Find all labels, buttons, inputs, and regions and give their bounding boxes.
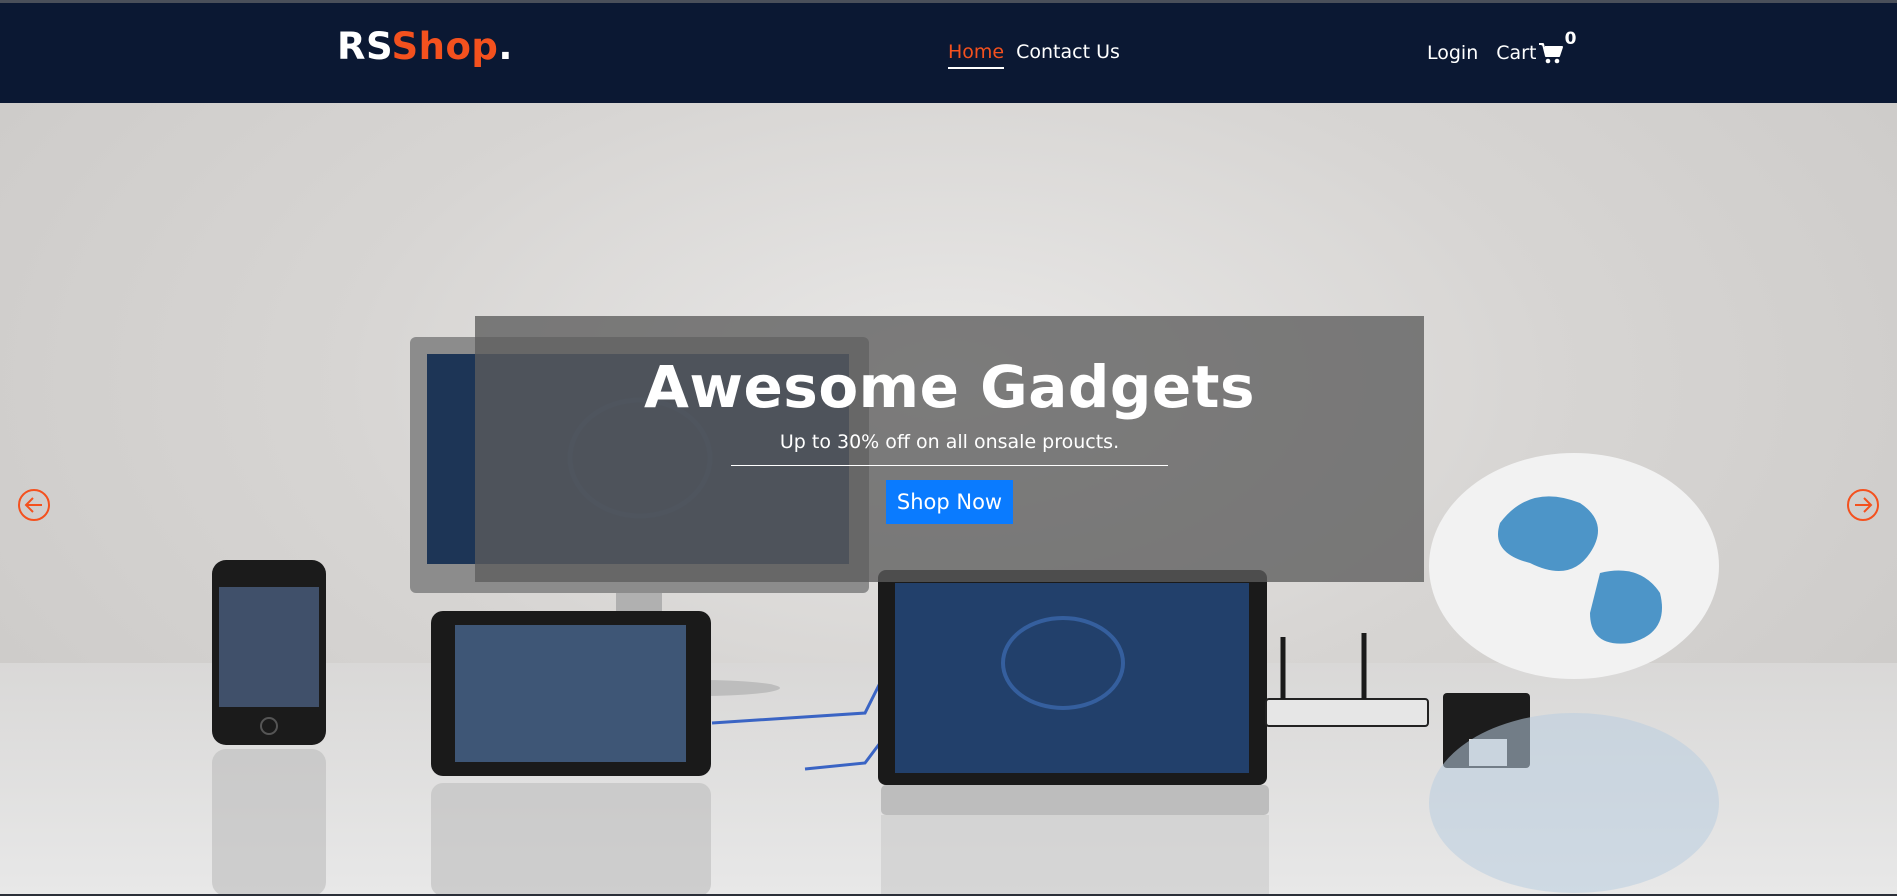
arrow-right-circle-icon[interactable] — [1846, 488, 1880, 522]
brand-logo[interactable]: RSShop. — [337, 25, 513, 68]
hero-caption: Awesome Gadgets Up to 30% off on all ons… — [475, 316, 1424, 582]
brand-part-dot: . — [498, 25, 513, 68]
login-link[interactable]: Login — [1427, 42, 1478, 68]
nav-contact-link[interactable]: Contact Us — [1016, 41, 1120, 69]
navbar: RSShop. Home Contact Us Login Cart 0 — [0, 3, 1897, 103]
brand-part-rs: RS — [337, 25, 392, 68]
shop-now-button[interactable]: Shop Now — [885, 480, 1014, 524]
cart-count-badge: 0 — [1564, 29, 1577, 49]
main-nav: Home Contact Us — [948, 41, 1120, 69]
hero-divider — [731, 465, 1168, 466]
arrow-left-circle-icon[interactable] — [17, 488, 51, 522]
hero-title: Awesome Gadgets — [643, 353, 1255, 421]
nav-home-link[interactable]: Home — [948, 41, 1005, 69]
brand-part-shop: Shop — [391, 25, 499, 68]
cart-link[interactable]: Cart 0 — [1496, 29, 1576, 69]
hero-subtitle: Up to 30% off on all onsale proucts. — [779, 431, 1120, 453]
cart-label: Cart — [1496, 42, 1537, 64]
hero-carousel: Awesome Gadgets Up to 30% off on all ons… — [0, 103, 1897, 896]
shopping-cart-icon — [1539, 43, 1564, 64]
account-nav: Login Cart 0 — [1427, 29, 1576, 69]
